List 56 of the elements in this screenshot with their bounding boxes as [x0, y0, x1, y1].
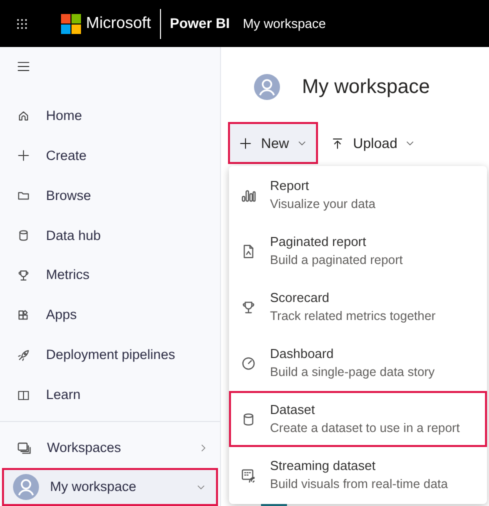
book-icon	[17, 388, 30, 402]
menu-item-description: Build visuals from real-time data	[270, 476, 448, 493]
my-workspace-item[interactable]: My workspace	[2, 468, 218, 506]
folder-icon	[17, 189, 30, 202]
trophy-icon	[241, 300, 256, 314]
page-title: My workspace	[302, 75, 430, 100]
toolbar-button[interactable]: New	[228, 122, 318, 164]
menu-item-title: Scorecard	[270, 289, 330, 307]
nav-item[interactable]: Home	[0, 96, 220, 136]
product-name: Power BI	[170, 14, 230, 33]
toolbar-button[interactable]: Upload	[320, 122, 426, 164]
avatar-icon	[13, 474, 39, 500]
nav-item[interactable]: Deployment pipelines	[0, 335, 220, 376]
gauge-icon	[241, 356, 256, 370]
nav-item[interactable]: Apps	[0, 296, 220, 336]
upload-icon	[331, 136, 344, 150]
app-launcher-icon[interactable]	[16, 18, 28, 30]
nav-item[interactable]: Metrics	[0, 256, 220, 296]
nav-item[interactable]: Data hub	[0, 216, 220, 256]
nav-item[interactable]: Browse	[0, 176, 220, 216]
logo-icon	[61, 14, 81, 34]
home-icon	[17, 109, 30, 122]
rocket-icon	[17, 348, 30, 362]
plus-icon	[17, 149, 30, 162]
menu-item-title: Paginated report	[270, 233, 368, 251]
breadcrumb-location[interactable]: My workspace	[242, 14, 326, 34]
streaming-icon	[241, 468, 256, 482]
menu-item-description: Create a dataset to use in a report	[270, 420, 460, 437]
workspaces-item[interactable]: Workspaces	[0, 428, 220, 468]
menu-item-description: Build a single-page data story	[270, 364, 435, 381]
nav-item[interactable]: Learn	[0, 375, 220, 416]
menu-icon[interactable]	[17, 60, 30, 73]
avatar-icon	[254, 74, 280, 100]
document-icon	[241, 244, 256, 258]
menu-item-title: Report	[270, 177, 310, 195]
menu-item-title: Dashboard	[270, 345, 335, 363]
brand-name: Microsoft	[86, 14, 151, 34]
menu-item[interactable]: Streaming dataset Build visuals from real-time data	[229, 447, 487, 503]
menu-item-title: Streaming dataset	[270, 457, 377, 475]
menu-item-title: Dataset	[270, 401, 316, 419]
menu-item[interactable]: Dataset Create a dataset to use in a report	[229, 391, 487, 447]
menu-item-description: Visualize your data	[270, 196, 376, 213]
workspaces-icon	[17, 441, 31, 456]
nav-item[interactable]: Create	[0, 136, 220, 176]
menu-item-description: Build a paginated report	[270, 252, 403, 269]
menu-item[interactable]: Paginated report Build a paginated report	[229, 223, 487, 279]
trophy-icon	[17, 269, 30, 282]
database-icon	[17, 229, 30, 242]
menu-item[interactable]: Report Visualize your data	[229, 167, 487, 223]
menu-item[interactable]: Scorecard Track related metrics together	[229, 279, 487, 335]
database-icon	[241, 412, 256, 426]
apps-icon	[17, 308, 30, 322]
bar-chart-icon	[241, 188, 256, 202]
menu-item-description: Track related metrics together	[270, 308, 436, 325]
menu-item[interactable]: Dashboard Build a single-page data story	[229, 335, 487, 391]
plus-icon	[239, 136, 252, 150]
